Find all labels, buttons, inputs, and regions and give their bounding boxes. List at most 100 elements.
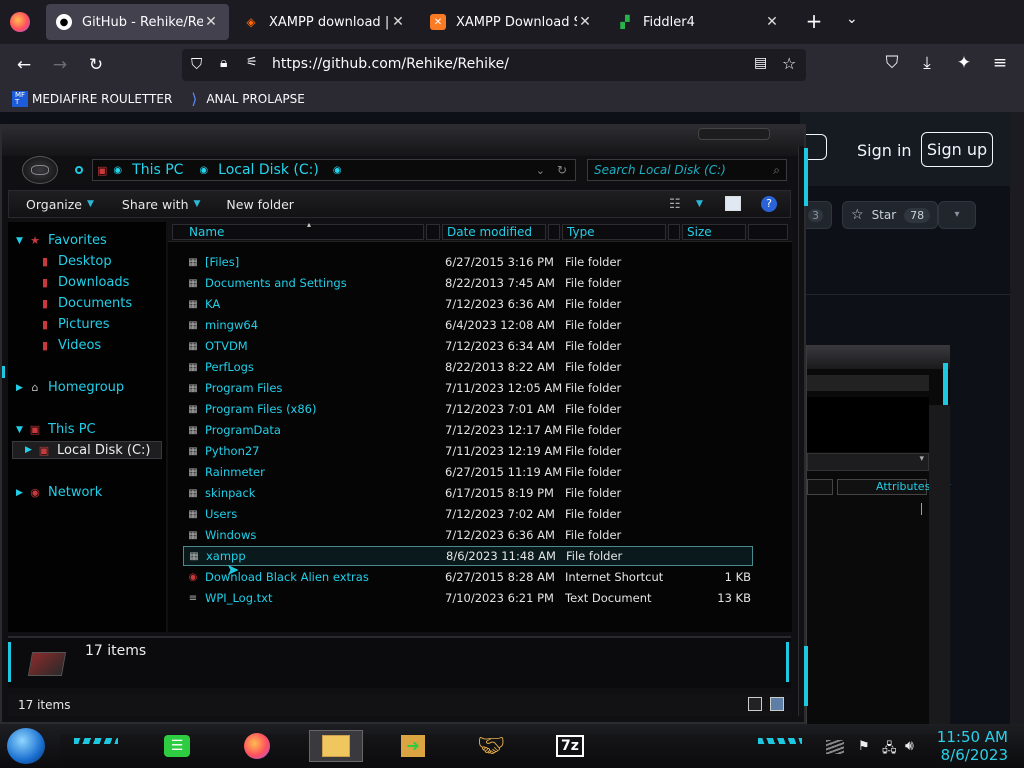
attributes-column-header[interactable]: Attributes: [837, 479, 930, 495]
breadcrumb-separator[interactable]: ◉: [333, 165, 342, 176]
column-header-name[interactable]: Name: [172, 224, 424, 240]
file-row[interactable]: ▦ Windows 7/12/2023 6:36 AM File folder: [183, 525, 753, 545]
star-button[interactable]: ☆ Star 78: [842, 201, 938, 229]
column-header-size[interactable]: Size: [682, 224, 746, 240]
firefox-menu-icon[interactable]: [10, 12, 30, 32]
nav-homegroup[interactable]: ▶ ⌂ Homegroup: [16, 380, 124, 395]
bookmark-mediafire[interactable]: MF T MEDIAFIRE ROULETTER: [12, 91, 172, 107]
share-with-menu[interactable]: Share with ▼: [122, 197, 201, 212]
pocket-icon[interactable]: ⛉: [878, 50, 906, 76]
nav-local-disk[interactable]: ▶ ▣ Local Disk (C:): [12, 441, 162, 459]
permissions-icon[interactable]: ⚟: [246, 55, 258, 70]
column-header-fragment[interactable]: [807, 479, 833, 495]
tab-xampp[interactable]: ✕ XAMPP Download Succe ✕: [420, 4, 603, 40]
back-button[interactable]: [22, 156, 58, 184]
nav-this-pc[interactable]: ▼ ▣ This PC: [16, 422, 96, 437]
header-button-fragment[interactable]: [805, 134, 827, 160]
notes-icon[interactable]: ☰: [150, 730, 204, 762]
reload-button[interactable]: ↻: [82, 52, 110, 78]
bookmark-star-icon[interactable]: ☆: [782, 54, 796, 73]
tab-sourceforge[interactable]: ◈ XAMPP download | Sour ✕: [233, 4, 416, 40]
downloads-icon[interactable]: ⤓: [913, 50, 941, 76]
menu-icon[interactable]: ≡: [986, 50, 1014, 76]
clock[interactable]: 11:50 AM 8/6/2023: [936, 728, 1008, 764]
breadcrumb-local-disk[interactable]: Local Disk (C:): [218, 162, 319, 178]
7zip-icon[interactable]: 7z: [543, 730, 597, 762]
address-bar[interactable]: ▣ ◉ This PC ◉ Local Disk (C:) ◉ ⌄ ↻: [92, 159, 576, 181]
breadcrumb-this-pc[interactable]: This PC: [132, 162, 183, 178]
file-row[interactable]: ▦ PerfLogs 8/22/2013 8:22 AM File folder: [183, 357, 753, 377]
action-center-icon[interactable]: ⚑: [858, 739, 870, 754]
file-row[interactable]: ◉ Download Black Alien extras 6/27/2015 8:…: [183, 567, 753, 587]
url-text[interactable]: https://github.com/Rehike/Rehike/: [272, 56, 509, 72]
file-row[interactable]: ▦ Python27 7/11/2023 12:19 AM File folder: [183, 441, 753, 461]
file-row[interactable]: ▦ skinpack 6/17/2015 8:19 PM File folder: [183, 483, 753, 503]
file-row[interactable]: ▦ Documents and Settings 8/22/2013 7:45 AM…: [183, 273, 753, 293]
help-icon[interactable]: ?: [761, 196, 777, 212]
file-row[interactable]: ▦ xampp 8/6/2023 11:48 AM File folder: [183, 546, 753, 566]
history-dot[interactable]: [75, 166, 83, 174]
nav-desktop[interactable]: ▮ Desktop: [38, 254, 112, 269]
file-row[interactable]: ▦ [Files] 6/27/2015 3:16 PM File folder: [183, 252, 753, 272]
shield-icon[interactable]: ⛉: [191, 55, 202, 73]
file-row[interactable]: ▦ mingw64 6/4/2023 12:08 AM File folder: [183, 315, 753, 335]
nav-favorites[interactable]: ▼ ★ Favorites: [16, 233, 107, 248]
view-options-icon[interactable]: ☷: [669, 197, 681, 212]
file-row[interactable]: ▦ Users 7/12/2023 7:02 AM File folder: [183, 504, 753, 524]
close-icon[interactable]: ✕: [203, 14, 219, 30]
refresh-icon[interactable]: ↻: [557, 163, 567, 177]
back-button[interactable]: ←: [10, 52, 38, 78]
extensions-icon[interactable]: ✦: [950, 50, 978, 76]
details-view-icon[interactable]: [748, 697, 762, 711]
file-row[interactable]: ≡ WPI_Log.txt 7/10/2023 6:21 PM Text Docume…: [183, 588, 753, 608]
address-dropdown-icon[interactable]: ⌄: [536, 164, 545, 177]
close-icon[interactable]: ✕: [390, 14, 406, 30]
new-folder-button[interactable]: New folder: [226, 197, 294, 212]
dropdown-field[interactable]: ▾: [807, 453, 929, 471]
search-box[interactable]: Search Local Disk (C:) ⌕: [587, 159, 787, 181]
right-edge-light: [804, 148, 808, 206]
sign-in-link[interactable]: Sign in: [857, 141, 912, 160]
forward-button[interactable]: →: [46, 52, 74, 78]
star-dropdown-button[interactable]: ▾: [938, 201, 976, 229]
url-bar[interactable]: ⛉ 🔒︎ ⚟ https://github.com/Rehike/Rehike/…: [182, 49, 806, 81]
organize-menu[interactable]: Organize ▼: [26, 197, 94, 212]
column-header-date[interactable]: Date modified: [442, 224, 546, 240]
file-row[interactable]: ▦ KA 7/12/2023 6:36 AM File folder: [183, 294, 753, 314]
thumbnail-view-icon[interactable]: [770, 697, 784, 711]
chevron-down-icon[interactable]: ▼: [696, 199, 703, 209]
close-icon[interactable]: ✕: [764, 14, 780, 30]
column-header-type[interactable]: Type: [562, 224, 666, 240]
file-row[interactable]: ▦ OTVDM 7/12/2023 6:34 AM File folder: [183, 336, 753, 356]
chevron-down-icon[interactable]: ⌄: [846, 11, 858, 27]
preview-pane-icon[interactable]: [725, 196, 741, 211]
close-icon[interactable]: ✕: [577, 14, 593, 30]
reader-view-icon[interactable]: ▤: [754, 55, 767, 71]
new-tab-button[interactable]: +: [805, 10, 823, 32]
expand-arrow-icon: ▶: [25, 445, 32, 455]
search-icon[interactable]: ⌕: [773, 163, 780, 178]
tab-github[interactable]: ● GitHub - Rehike/Rehike: ✕: [46, 4, 229, 40]
network-tray-icon[interactable]: 🖧︎: [882, 739, 897, 761]
lock-icon[interactable]: 🔒︎: [220, 55, 227, 71]
file-explorer-icon[interactable]: [309, 730, 363, 762]
window-titlebar[interactable]: [2, 126, 804, 156]
file-row[interactable]: ▦ Program Files (x86) 7/12/2023 7:01 AM Fil…: [183, 399, 753, 419]
nav-documents[interactable]: ▮ Documents: [38, 296, 132, 311]
tab-fiddler[interactable]: ▞ Fiddler4 ✕: [607, 4, 790, 40]
file-row[interactable]: ▦ Rainmeter 6/27/2015 11:19 AM File folder: [183, 462, 753, 482]
file-row[interactable]: ▦ ProgramData 7/12/2023 12:17 AM File folde…: [183, 420, 753, 440]
installer-icon[interactable]: ➜: [386, 730, 440, 762]
nav-network[interactable]: ▶ ◉ Network: [16, 485, 102, 500]
start-button[interactable]: [7, 728, 45, 764]
bookmark-anal-prolapse[interactable]: ⟩ ANAL PROLAPSE: [186, 90, 304, 108]
nav-videos[interactable]: ▮ Videos: [38, 338, 101, 353]
handshake-icon[interactable]: 🤝︎: [464, 730, 518, 762]
tray-overflow-icon[interactable]: [826, 740, 844, 754]
sign-up-button[interactable]: Sign up: [921, 132, 993, 167]
volume-icon[interactable]: 🔊︎: [905, 738, 914, 754]
file-row[interactable]: ▦ Program Files 7/11/2023 12:05 AM File fol…: [183, 378, 753, 398]
nav-pictures[interactable]: ▮ Pictures: [38, 317, 110, 332]
firefox-icon[interactable]: [230, 730, 284, 762]
nav-downloads[interactable]: ▮ Downloads: [38, 275, 129, 290]
